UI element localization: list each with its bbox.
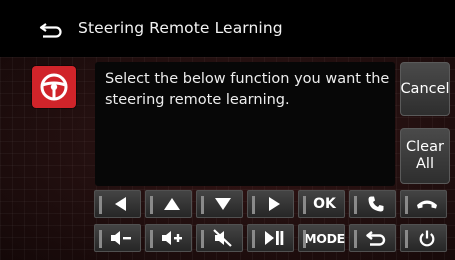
ok-label: OK	[313, 196, 336, 212]
steering-wheel-icon	[40, 73, 68, 101]
key-down[interactable]	[196, 190, 243, 218]
left-triangle-icon	[114, 197, 126, 211]
phone-call-icon	[368, 196, 383, 212]
mode-label: MODE	[304, 230, 345, 246]
back-arrow-icon	[39, 23, 62, 38]
key-ok[interactable]: OK	[298, 190, 345, 218]
key-volume-down[interactable]	[94, 224, 141, 252]
clear-all-button[interactable]: Clear All	[400, 128, 450, 184]
key-up[interactable]	[145, 190, 192, 218]
down-triangle-icon	[214, 198, 231, 210]
volume-down-icon	[110, 231, 131, 245]
key-hangup[interactable]	[400, 190, 447, 218]
clear-all-label-line1: Clear	[406, 139, 444, 155]
play-pause-icon	[264, 231, 283, 245]
cancel-button[interactable]: Cancel	[400, 62, 450, 116]
return-arrow-icon	[365, 231, 385, 246]
right-triangle-icon	[268, 197, 280, 211]
instruction-text: Select the below function you want the s…	[105, 71, 390, 108]
key-call[interactable]	[349, 190, 396, 218]
back-button[interactable]	[38, 20, 64, 40]
key-mute[interactable]	[196, 224, 243, 252]
up-triangle-icon	[163, 198, 180, 210]
key-left[interactable]	[94, 190, 141, 218]
function-key-grid: OK MODE	[94, 190, 451, 256]
volume-up-icon	[161, 231, 182, 245]
key-mode[interactable]: MODE	[298, 224, 345, 252]
clear-all-label-line2: All	[416, 156, 434, 172]
key-play-pause[interactable]	[247, 224, 294, 252]
phone-hangup-icon	[416, 200, 437, 209]
mute-icon	[212, 229, 232, 247]
page-title: Steering Remote Learning	[78, 19, 283, 37]
key-power[interactable]	[400, 224, 447, 252]
key-volume-up[interactable]	[145, 224, 192, 252]
steering-wheel-badge	[32, 66, 76, 108]
key-right[interactable]	[247, 190, 294, 218]
key-back[interactable]	[349, 224, 396, 252]
power-icon	[419, 230, 434, 246]
header-bar: Steering Remote Learning	[0, 0, 455, 57]
